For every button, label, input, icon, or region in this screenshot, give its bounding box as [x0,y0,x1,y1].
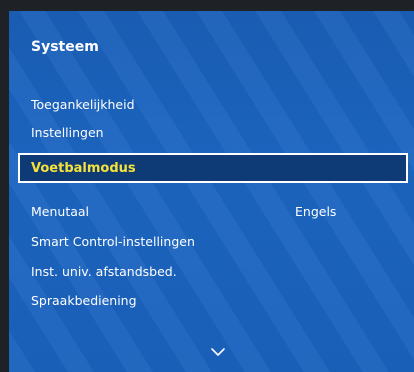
menu-item-label: Spraakbediening [31,293,137,308]
menu-item-label: Inst. univ. afstandsbed. [31,264,177,279]
menu-item-label: Toegankelijkheid [31,97,135,112]
menu-item-menutaal[interactable]: Menutaal Engels [31,204,336,219]
menu-title: Systeem [31,39,99,55]
menu-item-label: Menutaal [31,204,90,219]
menutaal-value: Engels [295,204,337,219]
menu-item-spraakbediening[interactable]: Spraakbediening [31,293,137,308]
menu-item-instellingen[interactable]: Instellingen [31,125,104,140]
chevron-down-icon[interactable] [210,346,226,358]
menu-item-voetbalmodus[interactable]: Voetbalmodus [18,153,408,183]
menu-item-inst-univ-afstandsbed[interactable]: Inst. univ. afstandsbed. [31,264,177,279]
menu-item-toegankelijkheid[interactable]: Toegankelijkheid [31,97,135,112]
panel-background-pattern [9,11,414,372]
menu-item-label: Smart Control-instellingen [31,234,195,249]
menu-item-smart-control-instellingen[interactable]: Smart Control-instellingen [31,234,195,249]
menu-item-label: Voetbalmodus [31,161,136,176]
tv-screen: Systeem Toegankelijkheid Instellingen Vo… [0,0,414,372]
system-menu-panel: Systeem Toegankelijkheid Instellingen Vo… [9,11,414,372]
menu-item-label: Instellingen [31,125,104,140]
